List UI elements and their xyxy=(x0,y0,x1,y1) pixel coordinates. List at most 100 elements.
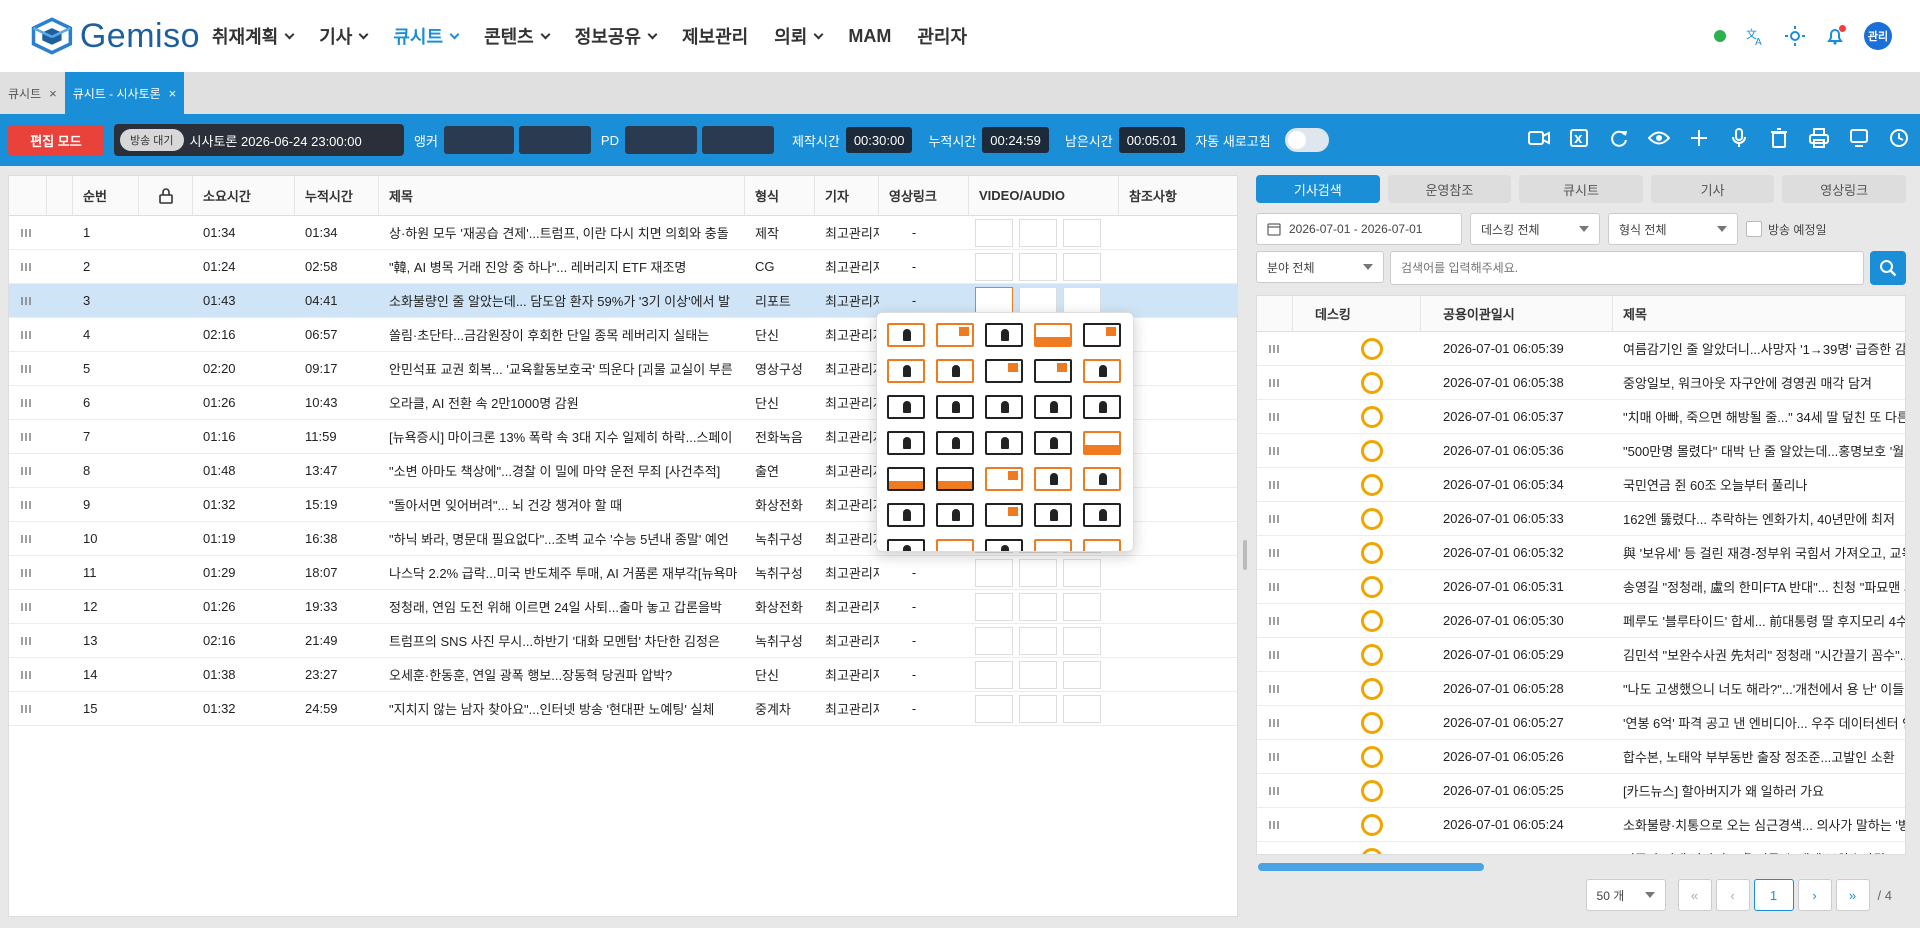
video-type-option-icon[interactable] xyxy=(1083,359,1121,383)
list-item[interactable]: 2026-07-01 06:05:23민주당 전대 난타전...'盧 적통' 논… xyxy=(1257,842,1905,854)
row-select[interactable] xyxy=(47,386,73,419)
drag-handle[interactable] xyxy=(9,216,47,249)
drag-handle[interactable] xyxy=(1257,400,1293,433)
media-slot[interactable] xyxy=(1063,558,1101,587)
excel-icon[interactable]: X xyxy=(1568,127,1590,149)
title[interactable]: "하닉 봐라, 명문대 필요없다"...조벽 교수 '수능 5년내 종말' 예언 xyxy=(379,522,745,555)
translate-icon[interactable]: 文A xyxy=(1744,25,1766,47)
table-row[interactable]: 2 01:24 02:58 "韓, AI 병목 거래 진앙 중 하나"... 레버리지… xyxy=(9,250,1237,284)
right-tab-0[interactable]: 기사검색 xyxy=(1256,175,1380,203)
row-select[interactable] xyxy=(47,556,73,589)
notes[interactable] xyxy=(1119,692,1235,725)
col-header-notes[interactable]: 참조사항 xyxy=(1119,176,1235,215)
table-row[interactable]: 15 01:32 24:59 "지치지 않는 남자 찾아요"...인터넷 방송 '현대… xyxy=(9,692,1237,726)
notes[interactable] xyxy=(1119,488,1235,521)
search-button[interactable] xyxy=(1870,251,1906,285)
title[interactable]: "韓, AI 병목 거래 진앙 중 하나"... 레버리지 ETF 재조명 xyxy=(379,250,745,283)
lock-column-header[interactable] xyxy=(139,176,193,215)
video-type-option-icon[interactable] xyxy=(1034,359,1072,383)
col-header-desking[interactable]: 데스킹 xyxy=(1293,296,1421,331)
title[interactable]: 소화불량인 줄 알았는데... 담도암 환자 59%가 '3기 이상'에서 발 xyxy=(379,284,745,317)
article-title[interactable]: 송영길 "정청래, 盧의 한미FTA 반대"... 친청 "파묘맨 과 xyxy=(1613,570,1905,603)
col-header-format[interactable]: 형식 xyxy=(745,176,815,215)
article-title[interactable]: "나도 고생했으니 너도 해라?"...'개천에서 용 난' 이들이 xyxy=(1613,672,1905,705)
row-select[interactable] xyxy=(47,624,73,657)
col-header-reporter[interactable]: 기자 xyxy=(815,176,879,215)
media-slot[interactable] xyxy=(1063,252,1101,281)
pd-field-2[interactable] xyxy=(701,126,774,154)
media-slot[interactable] xyxy=(975,558,1013,587)
list-item[interactable]: 2026-07-01 06:05:26 합수본, 노태악 부부동반 출장 정조준.… xyxy=(1257,740,1905,774)
list-item[interactable]: 2026-07-01 06:05:38 중앙일보, 워크아웃 자구안에 경영권 매… xyxy=(1257,366,1905,400)
drag-handle[interactable] xyxy=(1257,434,1293,467)
drag-handle[interactable] xyxy=(1257,706,1293,739)
anchor-field-2[interactable] xyxy=(518,126,591,154)
row-select[interactable] xyxy=(47,318,73,351)
notes[interactable] xyxy=(1119,556,1235,589)
title[interactable]: 정청래, 연임 도전 위해 이르면 24일 사퇴...출마 놓고 갑론을박 xyxy=(379,590,745,623)
row-select[interactable] xyxy=(47,454,73,487)
close-icon[interactable]: × xyxy=(49,86,57,101)
add-icon[interactable] xyxy=(1688,127,1710,149)
notes[interactable] xyxy=(1119,420,1235,453)
article-title[interactable]: 與 '보유세' 등 걸린 재경-정부위 국힘서 가져오고, 교육- xyxy=(1613,536,1905,569)
notes[interactable] xyxy=(1119,352,1235,385)
drag-handle[interactable] xyxy=(9,624,47,657)
video-type-option-icon[interactable] xyxy=(985,539,1023,551)
panel-resize-handle[interactable] xyxy=(1243,540,1247,570)
drag-handle[interactable] xyxy=(1257,774,1293,807)
notes[interactable] xyxy=(1119,454,1235,487)
video-type-option-icon[interactable] xyxy=(887,539,925,551)
video-type-option-icon[interactable] xyxy=(1083,431,1121,455)
row-select[interactable] xyxy=(47,420,73,453)
video-type-option-icon[interactable] xyxy=(936,539,974,551)
close-icon[interactable]: × xyxy=(169,86,177,101)
row-select[interactable] xyxy=(47,216,73,249)
tab-1[interactable]: 큐시트 - 시사토론 × xyxy=(64,72,185,114)
video-type-option-icon[interactable] xyxy=(985,431,1023,455)
drag-handle[interactable] xyxy=(1257,740,1293,773)
horizontal-scrollbar[interactable] xyxy=(1258,863,1484,871)
drag-handle[interactable] xyxy=(9,658,47,691)
drag-handle[interactable] xyxy=(1257,638,1293,671)
video-type-option-icon[interactable] xyxy=(936,323,974,347)
prev-page-button[interactable]: ‹ xyxy=(1715,879,1750,911)
list-item[interactable]: 2026-07-01 06:05:24 소화불량·치통으로 오는 심근경색... … xyxy=(1257,808,1905,842)
table-row[interactable]: 12 01:26 19:33 정청래, 연임 도전 위해 이르면 24일 사퇴...출… xyxy=(9,590,1237,624)
drag-handle[interactable] xyxy=(9,284,47,317)
drag-handle[interactable] xyxy=(9,352,47,385)
row-select[interactable] xyxy=(47,658,73,691)
media-slot[interactable] xyxy=(975,660,1013,689)
media-slot[interactable] xyxy=(1019,626,1057,655)
media-slot[interactable] xyxy=(1019,592,1057,621)
clock-icon[interactable] xyxy=(1888,127,1910,149)
page-size-select[interactable]: 50 개 xyxy=(1585,879,1666,911)
trash-icon[interactable] xyxy=(1768,127,1790,149)
row-select[interactable] xyxy=(47,352,73,385)
video-type-option-icon[interactable] xyxy=(1083,323,1121,347)
title[interactable]: 안민석표 교권 회복... '교육활동보호국' 띄운다 [괴물 교실이 부른 xyxy=(379,352,745,385)
row-select[interactable] xyxy=(47,250,73,283)
list-item[interactable]: 2026-07-01 06:05:31 송영길 "정청래, 盧의 한미FTA 반대… xyxy=(1257,570,1905,604)
article-title[interactable]: 페루도 '블루타이드' 합세... 前대통령 딸 후지모리 4수끝 xyxy=(1613,604,1905,637)
title[interactable]: 오세훈·한동훈, 연일 광폭 행보...장동혁 당권파 압박? xyxy=(379,658,745,691)
row-select[interactable] xyxy=(47,284,73,317)
notes[interactable] xyxy=(1119,318,1235,351)
notes[interactable] xyxy=(1119,522,1235,555)
notes[interactable] xyxy=(1119,590,1235,623)
drag-handle[interactable] xyxy=(9,250,47,283)
media-slot[interactable] xyxy=(1063,286,1101,315)
nav-item-6[interactable]: 의뢰 xyxy=(774,23,824,49)
next-page-button[interactable]: › xyxy=(1797,879,1832,911)
field-filter-select[interactable]: 분야 전체 xyxy=(1256,251,1384,283)
video-type-option-icon[interactable] xyxy=(1034,503,1072,527)
col-header-video-audio[interactable]: VIDEO/AUDIO xyxy=(969,176,1119,215)
media-slot[interactable] xyxy=(1019,252,1057,281)
list-item[interactable]: 2026-07-01 06:05:33 162엔 뚫렸다... 추락하는 엔화가치… xyxy=(1257,502,1905,536)
drag-handle[interactable] xyxy=(1257,842,1293,854)
production-time-value[interactable]: 00:30:00 xyxy=(845,127,913,153)
drag-handle[interactable] xyxy=(1257,808,1293,841)
list-item[interactable]: 2026-07-01 06:05:37 "치매 아빠, 죽으면 해방될 줄..."… xyxy=(1257,400,1905,434)
drag-handle[interactable] xyxy=(9,386,47,419)
right-tab-2[interactable]: 큐시트 xyxy=(1519,175,1643,203)
